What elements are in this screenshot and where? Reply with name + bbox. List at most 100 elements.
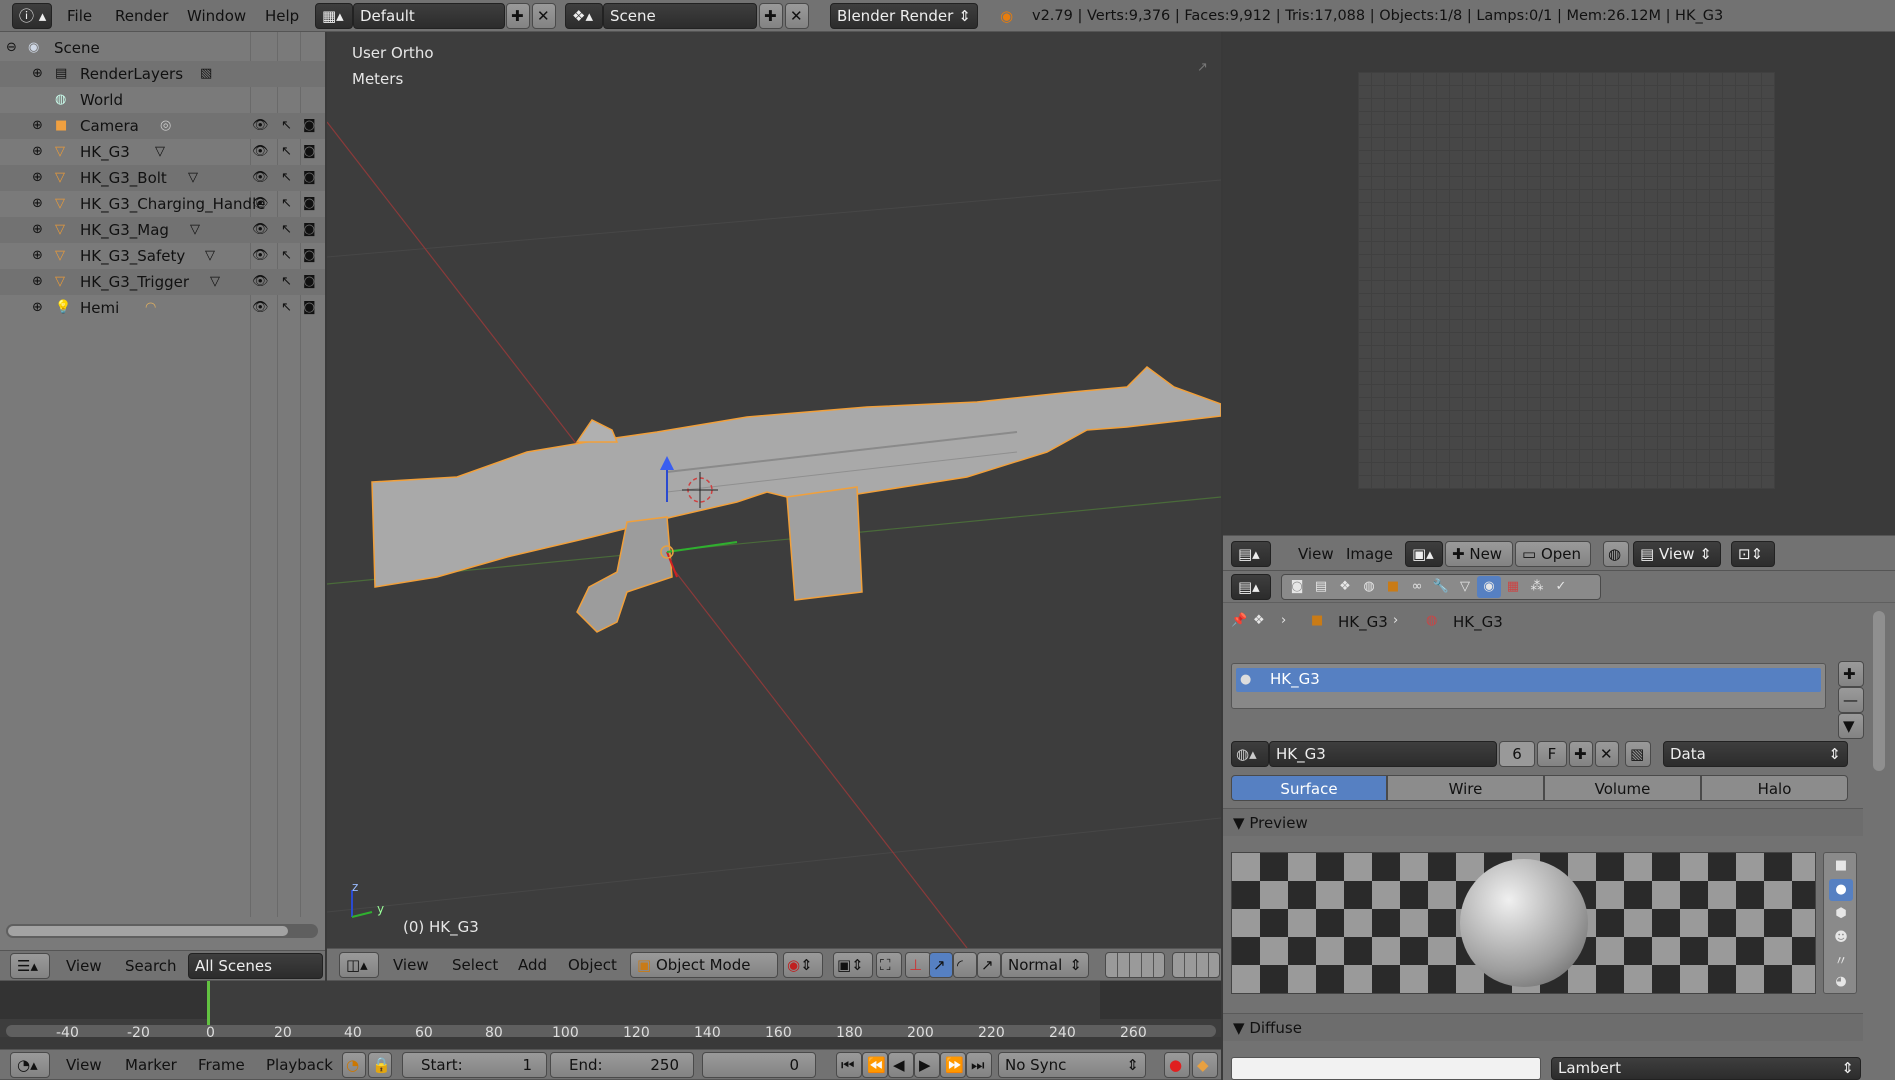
visibility-eye-icon[interactable]: 👁 <box>252 141 269 163</box>
unlink-material-button[interactable]: ✕ <box>1595 741 1619 767</box>
image-mode-select[interactable]: ▤ View ⇕ <box>1633 541 1721 567</box>
add-screen-button[interactable]: ✚ <box>506 3 530 29</box>
add-scene-button[interactable]: ✚ <box>759 3 783 29</box>
outliner-row-hk-g3-safety[interactable]: ⊕ ▽ HK_G3_Safety ▽ 👁 ↖ ◙ <box>0 243 325 269</box>
constraints-tab-icon[interactable]: ∞ <box>1405 576 1429 598</box>
editor-type-image-button[interactable]: ▤▴ <box>1231 541 1271 567</box>
outliner-row-hk-g3-trigger[interactable]: ⊕ ▽ HK_G3_Trigger ▽ 👁 ↖ ◙ <box>0 269 325 295</box>
plane-preview-icon[interactable]: ■ <box>1829 855 1853 877</box>
material-slot-list[interactable]: ● HK_G3 <box>1231 663 1826 709</box>
remove-screen-button[interactable]: ✕ <box>532 3 556 29</box>
physics-tab-icon[interactable]: ✓ <box>1549 576 1573 598</box>
preview-range-toggle[interactable]: ◔ <box>342 1052 366 1078</box>
outliner-row-world[interactable]: ◍ World <box>0 87 325 113</box>
expand-icon[interactable]: ⊕ <box>32 115 43 137</box>
material-slot-item[interactable]: ● HK_G3 <box>1236 668 1821 692</box>
diffuse-color-swatch[interactable] <box>1231 1057 1541 1080</box>
outliner-row-renderlayers[interactable]: ⊕ ▤ RenderLayers ▧ <box>0 61 325 87</box>
editor-type-3d-button[interactable]: ◫▴ <box>339 952 379 978</box>
scene-tab-icon[interactable]: ❖ <box>1333 576 1357 598</box>
render-tab-icon[interactable]: ◙ <box>1285 576 1309 598</box>
image-editor[interactable] <box>1223 32 1895 535</box>
lock-range-toggle[interactable]: 🔒 <box>368 1052 392 1078</box>
new-material-button[interactable]: ✚ <box>1569 741 1593 767</box>
layer-buttons-2[interactable] <box>1172 952 1220 978</box>
transform-pivot-button[interactable]: ↗ <box>977 952 1001 978</box>
jump-keyframe-forward-button[interactable]: ⏩ <box>940 1052 966 1078</box>
auto-keying-button[interactable]: ● <box>1164 1052 1190 1078</box>
image-browse-button[interactable]: ▣▴ <box>1405 541 1443 567</box>
outliner-display-mode-select[interactable]: All Scenes <box>188 953 323 979</box>
jump-keyframe-back-button[interactable]: ⏪ <box>862 1052 888 1078</box>
tab-volume[interactable]: Volume <box>1544 775 1701 801</box>
properties-context-tabs[interactable]: ◙ ▤ ❖ ◍ ■ ∞ 🔧 ▽ ◉ ▦ ⁂ ✓ <box>1281 574 1601 600</box>
pivot-select[interactable]: ⊡⇕ <box>1731 541 1775 567</box>
manipulator-toggle[interactable]: ⛶ <box>876 952 902 978</box>
visibility-eye-icon[interactable]: 👁 <box>252 245 269 267</box>
play-reverse-button[interactable]: ◀ <box>888 1052 914 1078</box>
sync-mode-select[interactable]: No Sync ⇕ <box>998 1052 1146 1078</box>
outliner-row-camera[interactable]: ⊕ ■ Camera ◎ 👁 ↖ ◙ <box>0 113 325 139</box>
jump-start-button[interactable]: ⏮ <box>836 1052 862 1078</box>
viewport-object-menu[interactable]: Object <box>568 952 617 978</box>
timeline-area[interactable]: -40 -20 0 20 40 60 80 100 120 140 160 18… <box>0 981 1221 1041</box>
renderable-camera-icon[interactable]: ◙ <box>303 271 316 293</box>
editor-type-outliner-button[interactable]: ☰▴ <box>10 953 50 979</box>
selectable-cursor-icon[interactable]: ↖ <box>281 271 292 293</box>
screen-layout-icon-button[interactable]: ▦▴ <box>315 3 353 29</box>
translate-manipulator-button[interactable]: ⊥ <box>905 952 931 978</box>
outliner-row-hemi[interactable]: ⊕ 💡 Hemi ◠ 👁 ↖ ◙ <box>0 295 325 321</box>
image-view-menu[interactable]: View <box>1298 541 1334 567</box>
cube-preview-icon[interactable]: ⬢ <box>1829 903 1853 925</box>
renderable-camera-icon[interactable]: ◙ <box>303 245 316 267</box>
add-slot-button[interactable]: ✚ <box>1838 661 1864 687</box>
diffuse-panel-header[interactable]: ▼ Diffuse <box>1223 1013 1863 1041</box>
node-toggle-button[interactable]: ▧ <box>1625 741 1651 767</box>
object-tab-icon[interactable]: ■ <box>1381 576 1405 598</box>
editor-type-timeline-button[interactable]: ◔▴ <box>10 1052 50 1078</box>
scene-field[interactable]: Scene <box>603 3 757 29</box>
render-engine-select[interactable]: Blender Render ⇕ <box>830 3 978 29</box>
expand-icon[interactable]: ⊕ <box>32 219 43 241</box>
outliner-search-menu[interactable]: Search <box>125 953 177 979</box>
sphere-preview-icon[interactable]: ● <box>1829 879 1853 901</box>
expand-icon[interactable]: ⊕ <box>32 245 43 267</box>
remove-slot-button[interactable]: — <box>1838 687 1864 713</box>
particles-tab-icon[interactable]: ⁂ <box>1525 576 1549 598</box>
selectable-cursor-icon[interactable]: ↖ <box>281 115 292 137</box>
area-split-icon[interactable]: ↗ <box>1197 57 1208 79</box>
renderable-camera-icon[interactable]: ◙ <box>303 193 316 215</box>
world-tab-icon[interactable]: ◍ <box>1357 576 1381 598</box>
outliner-row-hk-g3-mag[interactable]: ⊕ ▽ HK_G3_Mag ▽ 👁 ↖ ◙ <box>0 217 325 243</box>
jump-end-button[interactable]: ⏭ <box>966 1052 992 1078</box>
outliner-row-hk-g3-charging-handle[interactable]: ⊕ ▽ HK_G3_Charging_Handle 👁 ↖ ◙ <box>0 191 325 217</box>
image-image-menu[interactable]: Image <box>1346 541 1393 567</box>
menu-window[interactable]: Window <box>187 3 246 29</box>
link-select[interactable]: Data ⇕ <box>1663 741 1848 767</box>
visibility-eye-icon[interactable]: 👁 <box>252 167 269 189</box>
visibility-eye-icon[interactable]: 👁 <box>252 271 269 293</box>
timeline-playback-menu[interactable]: Playback <box>266 1052 333 1078</box>
world-sphere-preview-icon[interactable]: ◕ <box>1829 971 1853 993</box>
image-pin-button[interactable]: ◍ <box>1603 541 1629 567</box>
keying-set-button[interactable]: ◆ <box>1192 1052 1218 1078</box>
outliner-horizontal-scrollbar[interactable] <box>6 924 318 938</box>
viewport-view-menu[interactable]: View <box>393 952 429 978</box>
collapse-icon[interactable]: ⊖ <box>6 37 17 59</box>
texture-tab-icon[interactable]: ▦ <box>1501 576 1525 598</box>
renderable-camera-icon[interactable]: ◙ <box>303 141 316 163</box>
new-image-button[interactable]: ✚ New <box>1445 541 1513 567</box>
expand-icon[interactable]: ⊕ <box>32 193 43 215</box>
renderable-camera-icon[interactable]: ◙ <box>303 297 316 319</box>
selectable-cursor-icon[interactable]: ↖ <box>281 193 292 215</box>
material-tab-icon[interactable]: ◉ <box>1477 576 1501 598</box>
current-frame-marker[interactable] <box>207 981 210 1025</box>
tab-wire[interactable]: Wire <box>1387 775 1544 801</box>
scale-manipulator-button[interactable]: ◜ <box>953 952 977 978</box>
renderable-camera-icon[interactable]: ◙ <box>303 167 316 189</box>
current-frame-field[interactable]: 0 <box>702 1052 816 1078</box>
viewport-add-menu[interactable]: Add <box>518 952 547 978</box>
end-frame-field[interactable]: End: 250 <box>550 1052 694 1078</box>
expand-icon[interactable]: ⊕ <box>32 271 43 293</box>
tab-surface[interactable]: Surface <box>1231 775 1387 801</box>
